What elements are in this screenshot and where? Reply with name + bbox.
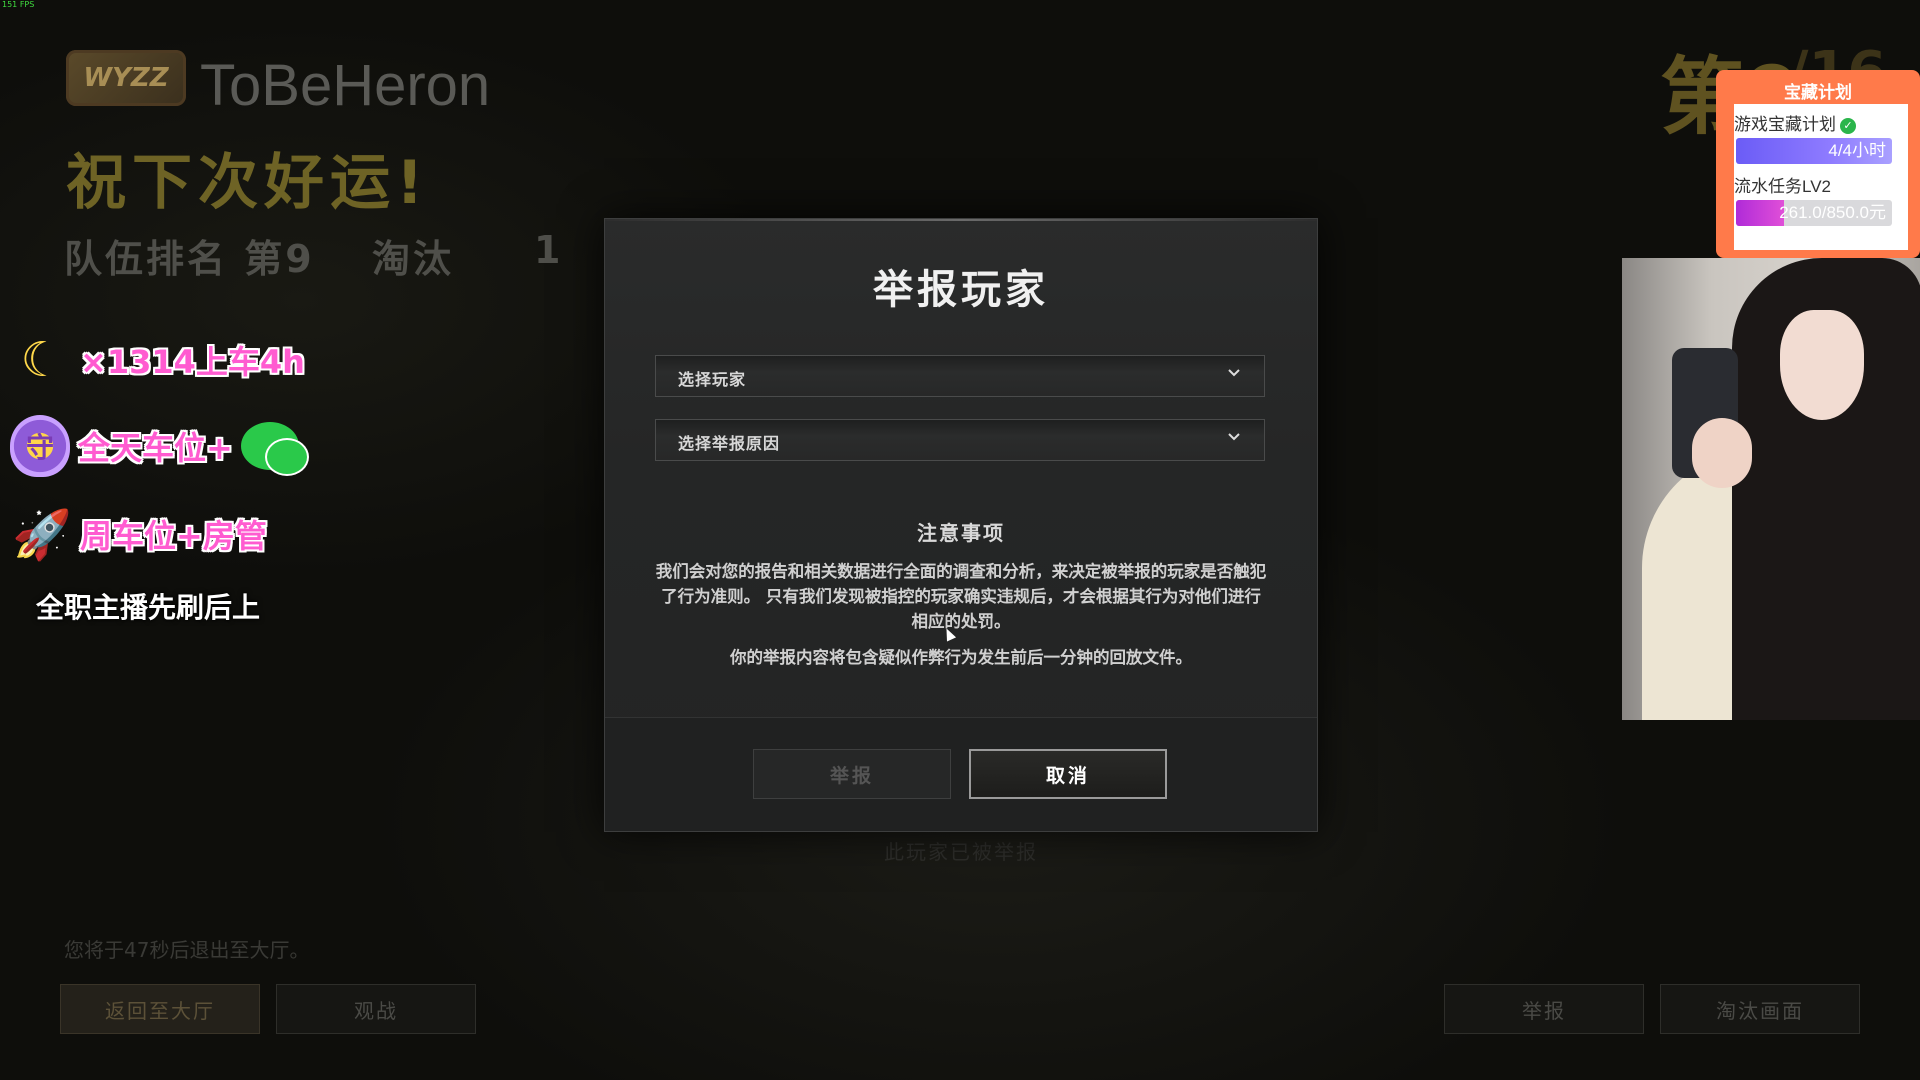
- report-button-bg[interactable]: 举报: [1444, 984, 1644, 1034]
- chevron-down-icon: [1228, 433, 1240, 441]
- webcam-feed: [1622, 258, 1920, 720]
- plan-row2-value: 261.0/850.0元: [1779, 203, 1886, 222]
- plan-row-label: 游戏宝藏计划 ✓: [1734, 110, 1856, 135]
- eliminations-label: 淘汰: [372, 237, 455, 281]
- streamer-note: 全职主播先刷后上: [36, 591, 261, 624]
- moon-icon: ☾: [20, 332, 64, 388]
- webcam-hand: [1692, 418, 1752, 488]
- notice-replay-info: 你的举报内容将包含疑似作弊行为发生前后一分钟的回放文件。: [730, 648, 1192, 667]
- eliminations-value: 1: [534, 228, 561, 272]
- plan-title: 宝藏计划: [1784, 83, 1852, 103]
- plan-progress-2: 261.0/850.0元: [1736, 200, 1892, 226]
- brand-logo: WYZZ: [66, 50, 186, 106]
- plan-progress-1: 4/4小时: [1736, 138, 1892, 164]
- guardian-shield-icon: 守: [2, 408, 78, 484]
- dialog-title: 举报玩家: [873, 267, 1049, 313]
- return-lobby-button[interactable]: 返回至大厅: [60, 984, 260, 1034]
- spectate-button[interactable]: 观战: [276, 984, 476, 1034]
- webcam-face: [1780, 310, 1864, 420]
- lobby-countdown: 您将于47秒后退出至大厅。: [64, 938, 310, 962]
- team-rank: 队伍排名 第9: [64, 237, 315, 281]
- promo-item: 🚀 周车位+房管: [4, 496, 267, 572]
- chevron-down-icon: [1228, 369, 1240, 377]
- promo-text: 周车位+房管: [80, 517, 267, 555]
- promo-item: 守 全天车位+: [2, 408, 309, 484]
- dialog-footer: [605, 718, 1317, 831]
- promo-item: ☾ ×1314上车4h: [4, 322, 305, 398]
- select-reason-dropdown[interactable]: 选择举报原因: [655, 419, 1265, 461]
- plan-progress-fill: [1736, 200, 1784, 226]
- select-player-dropdown[interactable]: 选择玩家: [655, 355, 1265, 397]
- promo-text: ×1314上车4h: [80, 343, 305, 381]
- select-reason-label: 选择举报原因: [678, 434, 781, 453]
- rocket-icon: 🚀: [12, 506, 72, 563]
- plan-row2-label: 流水任务LV2: [1734, 177, 1831, 196]
- plan-row1-value: 4/4小时: [1828, 141, 1886, 160]
- notice-title: 注意事项: [917, 521, 1005, 545]
- check-icon: ✓: [1840, 117, 1856, 134]
- already-reported-text: 此玩家已被举报: [884, 840, 1038, 864]
- result-title: 祝下次好运!: [66, 148, 430, 218]
- elimination-screen-button[interactable]: 淘汰画面: [1660, 984, 1860, 1034]
- select-player-label: 选择玩家: [678, 370, 747, 389]
- treasure-plan-panel: 宝藏计划: [1716, 70, 1920, 258]
- cancel-button[interactable]: 取消: [969, 749, 1167, 799]
- wechat-icon: [240, 422, 309, 476]
- notice-body: 我们会对您的报告和相关数据进行全面的调查和分析，来决定被举报的玩家是否触犯了行为…: [655, 562, 1267, 631]
- promo-text: 全天车位+: [78, 429, 233, 467]
- report-submit-button[interactable]: 举报: [753, 749, 951, 799]
- player-name: ToBeHeron: [200, 53, 491, 118]
- report-player-dialog: 举报玩家 选择玩家 选择举报原因 注意事项 我们会对您的报告和相关数据进行全面的…: [604, 218, 1318, 832]
- plan-row1-label: 游戏宝藏计划: [1734, 115, 1836, 134]
